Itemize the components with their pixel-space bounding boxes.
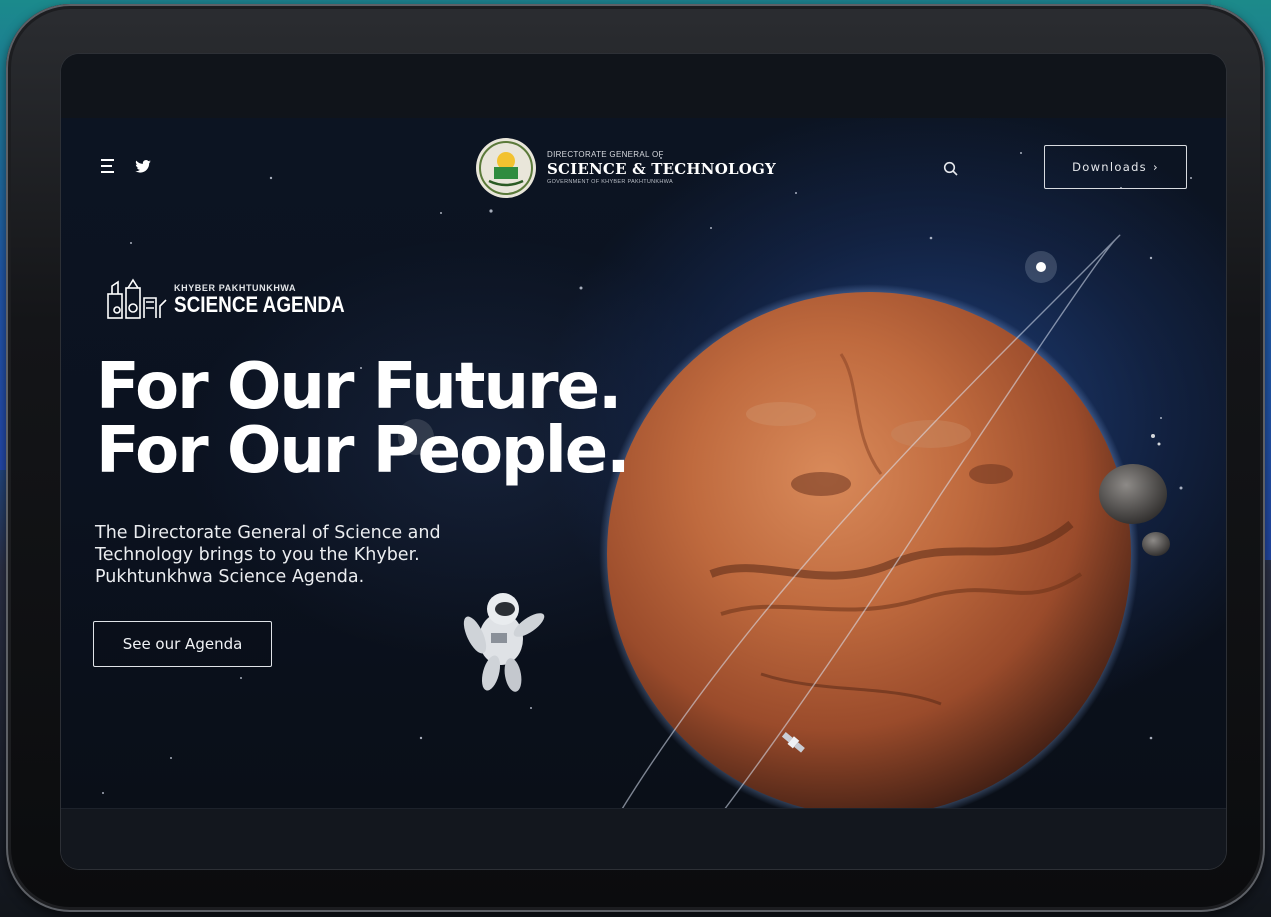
orbit-node — [1036, 262, 1046, 272]
downloads-label: Downloads — [1072, 160, 1147, 174]
search-icon[interactable] — [943, 161, 959, 177]
see-agenda-label: See our Agenda — [122, 635, 243, 653]
hero-description: The Directorate General of Science and T… — [95, 522, 545, 588]
directorate-emblem-icon — [476, 138, 536, 198]
astronaut-figure — [463, 593, 545, 692]
brand-line2: SCIENCE & TECHNOLOGY — [547, 159, 776, 178]
science-agenda-logo: KHYBER PAKHTUNKHWA SCIENCE AGENDA — [106, 278, 372, 322]
menu-icon[interactable] — [101, 159, 117, 173]
headline-line-1: For Our Future. — [96, 350, 622, 424]
headline-line-2: For Our People. — [96, 414, 630, 488]
footer-band — [61, 808, 1226, 869]
agenda-big-text: SCIENCE AGENDA — [174, 292, 345, 317]
brand-line3: GOVERNMENT OF KHYBER PAKHTUNKHWA — [547, 178, 673, 185]
description-line-1: The Directorate General of Science and — [95, 523, 441, 543]
twitter-icon[interactable] — [135, 159, 151, 173]
description-line-2: Technology brings to you the Khyber. — [95, 545, 420, 565]
nav-left — [101, 159, 151, 173]
mars-planet — [607, 292, 1131, 816]
brand-line1: DIRECTORATE GENERAL OF — [547, 149, 664, 159]
description-line-3: Pukhtunkhwa Science Agenda. — [95, 567, 365, 587]
chevron-right-icon: › — [1152, 160, 1159, 174]
hero-headline: For Our Future. For Our People. — [96, 350, 630, 488]
agenda-emblem-icon — [107, 278, 167, 319]
see-agenda-button[interactable]: See our Agenda — [93, 621, 272, 667]
brand-logo[interactable]: DIRECTORATE GENERAL OF SCIENCE & TECHNOL… — [475, 137, 776, 199]
downloads-button[interactable]: Downloads › — [1044, 145, 1187, 189]
